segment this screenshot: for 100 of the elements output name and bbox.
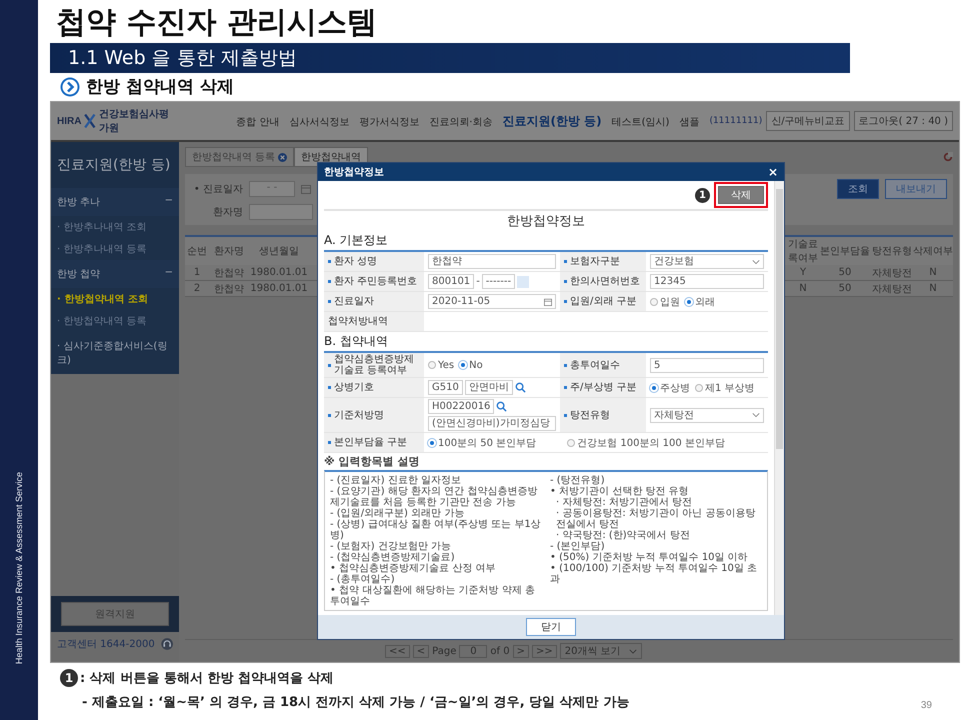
page-label: Page bbox=[432, 646, 456, 656]
field-label: 탕전유형 bbox=[560, 398, 646, 432]
table-cell: 1980.01.01 bbox=[249, 267, 309, 278]
header-button[interactable]: 로그아웃( 27 : 40 ) bbox=[854, 111, 953, 131]
menu-item[interactable]: · 한방첩약내역 등록 bbox=[51, 310, 179, 332]
table-cell-text: 자체탕전 bbox=[871, 282, 913, 296]
separator-text: - bbox=[476, 276, 480, 287]
radio-option[interactable]: 100분의 50 본인부담 bbox=[428, 436, 536, 450]
caret-icon[interactable] bbox=[628, 648, 637, 654]
calendar-icon[interactable] bbox=[544, 298, 552, 306]
table-cell-text: 한첩약 bbox=[213, 266, 245, 280]
note-line: • 처방기관이 선택한 탕전 유형 bbox=[550, 486, 690, 497]
scrollbar[interactable] bbox=[774, 181, 784, 615]
support-phone: 고객센터 1644-2000 bbox=[57, 638, 155, 651]
radio-option[interactable]: 건강보험 100분의 100 본인부담 bbox=[567, 436, 725, 450]
caret-icon[interactable] bbox=[752, 258, 760, 266]
field-label: 한의사면허번호 bbox=[560, 272, 646, 291]
column-header: 생년월일 bbox=[258, 245, 300, 258]
section-heading: B. 첩약내역 bbox=[324, 333, 389, 350]
input-field[interactable]: 안면마비 bbox=[464, 380, 513, 395]
input-field[interactable] bbox=[517, 276, 530, 288]
note-line: · 약국탕전: (한)약국에서 탕전 bbox=[555, 530, 691, 541]
logo-name: 건강보험심사평가원 bbox=[99, 108, 170, 135]
close-dialog-button[interactable]: 닫기 bbox=[526, 618, 576, 636]
field-label: 환자 성명 bbox=[324, 252, 424, 271]
close-icon[interactable] bbox=[278, 152, 288, 162]
footnote-text: - 제출요일 : ‘월~목’ 의 경우, 금 18시 전까지 삭제 가능 / ‘금~일’의 경우, 당일 삭제만 가능 bbox=[82, 694, 630, 711]
search-icon[interactable] bbox=[496, 401, 508, 412]
nav-item[interactable]: 심사서식정보 bbox=[289, 114, 350, 128]
menu-link[interactable]: · 심사기준종합서비스(링크) bbox=[51, 332, 179, 374]
field-label: 첩약심층변증방제기술료 등록여부 bbox=[324, 353, 424, 377]
radio-option[interactable]: Yes bbox=[428, 360, 454, 370]
logo-icon bbox=[84, 111, 96, 131]
note-line: - (상병) 급여대상 질환 여부(주상병 또는 부1상병) bbox=[330, 519, 542, 541]
note-line: - (본인부담) bbox=[550, 541, 606, 552]
note-line: • (100/100) 기준처방 누적 투여일수 10일 초과 bbox=[550, 563, 758, 585]
select-field[interactable]: 자체탕전 bbox=[650, 408, 764, 422]
input-field[interactable]: 5 bbox=[650, 358, 764, 372]
caret-icon[interactable] bbox=[752, 411, 760, 419]
refresh-icon[interactable] bbox=[943, 152, 953, 162]
select-field[interactable]: 건강보험 bbox=[650, 254, 764, 269]
radio-option[interactable]: 외래 bbox=[685, 294, 715, 308]
close-button[interactable]: × bbox=[768, 166, 778, 178]
input-field[interactable]: 12345 bbox=[650, 274, 764, 289]
sidebar-title: 진료지원(한방 등) bbox=[51, 142, 179, 188]
table-cell-text: 1 bbox=[192, 267, 202, 278]
column-header: 탕전유형 bbox=[871, 245, 913, 258]
menu-group[interactable]: 한방 추나 − bbox=[51, 188, 179, 216]
nav-item[interactable]: 종합 안내 bbox=[236, 114, 280, 128]
callout-badge: 1 bbox=[60, 669, 78, 687]
field-label: 총투여일수 bbox=[560, 353, 646, 377]
search-icon[interactable] bbox=[514, 382, 526, 393]
nav-item[interactable]: 샘플 bbox=[679, 114, 700, 128]
field-label: • 진료일자 bbox=[192, 183, 243, 196]
chevron-circle-icon bbox=[60, 76, 80, 96]
date-field[interactable]: 2020-11-05 bbox=[428, 294, 556, 309]
column-header: 본인부담율 bbox=[819, 245, 871, 258]
input-field[interactable]: G510 bbox=[428, 380, 463, 395]
table-cell-text: 2 bbox=[192, 283, 202, 294]
previous-page-button[interactable]: < bbox=[412, 644, 430, 658]
input-field[interactable]: (안면신경마비)가미정심당 bbox=[428, 416, 556, 431]
next-page-button[interactable]: > bbox=[512, 644, 529, 658]
delete-button[interactable]: 삭제 bbox=[718, 186, 764, 204]
first-page-button[interactable]: << bbox=[385, 644, 410, 658]
nav-item[interactable]: 평가서식정보 bbox=[359, 114, 420, 128]
input-field[interactable]: 한첩약 bbox=[428, 254, 556, 269]
menu-item[interactable]: · 한방추나내역 등록 bbox=[51, 238, 179, 260]
page-size-select[interactable]: 20개씩 보기 bbox=[560, 643, 642, 659]
field-label: 본인부담율 구분 bbox=[324, 433, 424, 452]
input-field[interactable]: H00220016 bbox=[428, 399, 494, 414]
name-field[interactable] bbox=[249, 204, 313, 220]
field-label: 입원/외래 구분 bbox=[560, 292, 646, 311]
menu-item[interactable]: · 한방첩약내역 조회 bbox=[51, 288, 179, 310]
radio-option[interactable]: 제1 부상병 bbox=[695, 380, 755, 394]
nav-item[interactable]: 진료의뢰·회송 bbox=[429, 114, 492, 128]
page-count: of 0 bbox=[490, 646, 510, 656]
radio-option[interactable]: 입원 bbox=[650, 294, 680, 308]
field-label: 상병기호 bbox=[324, 378, 424, 397]
input-field[interactable]: ------- bbox=[482, 274, 516, 289]
field-label: 환자 주민등록번호 bbox=[324, 272, 424, 291]
menu-item[interactable]: · 한방추나내역 조회 bbox=[51, 216, 179, 238]
note-line: - (진료일자) 진료한 일자정보 bbox=[330, 475, 462, 486]
input-field[interactable]: 800101 bbox=[428, 274, 474, 289]
nav-item[interactable]: 진료지원(한방 등) bbox=[502, 112, 602, 130]
table-cell-text: 50 bbox=[838, 283, 852, 294]
note-line: • 첩약심층변증방제기술료 산정 여부 bbox=[330, 563, 496, 574]
nav-item[interactable]: 테스트(임시) bbox=[612, 114, 670, 128]
footnote-text: : 삭제 버튼을 통해서 한방 첩약내역을 삭제 bbox=[80, 670, 334, 687]
side-caption: Health Insurance Review & Assessment Service bbox=[14, 472, 24, 664]
radio-option[interactable]: No bbox=[459, 360, 483, 370]
callout-badge: 1 bbox=[695, 188, 710, 202]
user-id: (11111111) bbox=[709, 116, 762, 126]
note-line: - (입원/외래구분) 외래만 가능 bbox=[330, 508, 466, 519]
field-label: 주/부상병 구분 bbox=[560, 378, 646, 397]
header-button[interactable]: 신/구메뉴비교표 bbox=[766, 111, 850, 131]
menu-group[interactable]: 한방 첩약 − bbox=[51, 260, 179, 288]
radio-option[interactable]: 주상병 bbox=[650, 380, 690, 394]
field-label: 첩약처방내역 bbox=[324, 312, 424, 331]
field-label: 환자명 bbox=[212, 206, 243, 219]
search-button[interactable]: 조회 bbox=[837, 179, 879, 199]
